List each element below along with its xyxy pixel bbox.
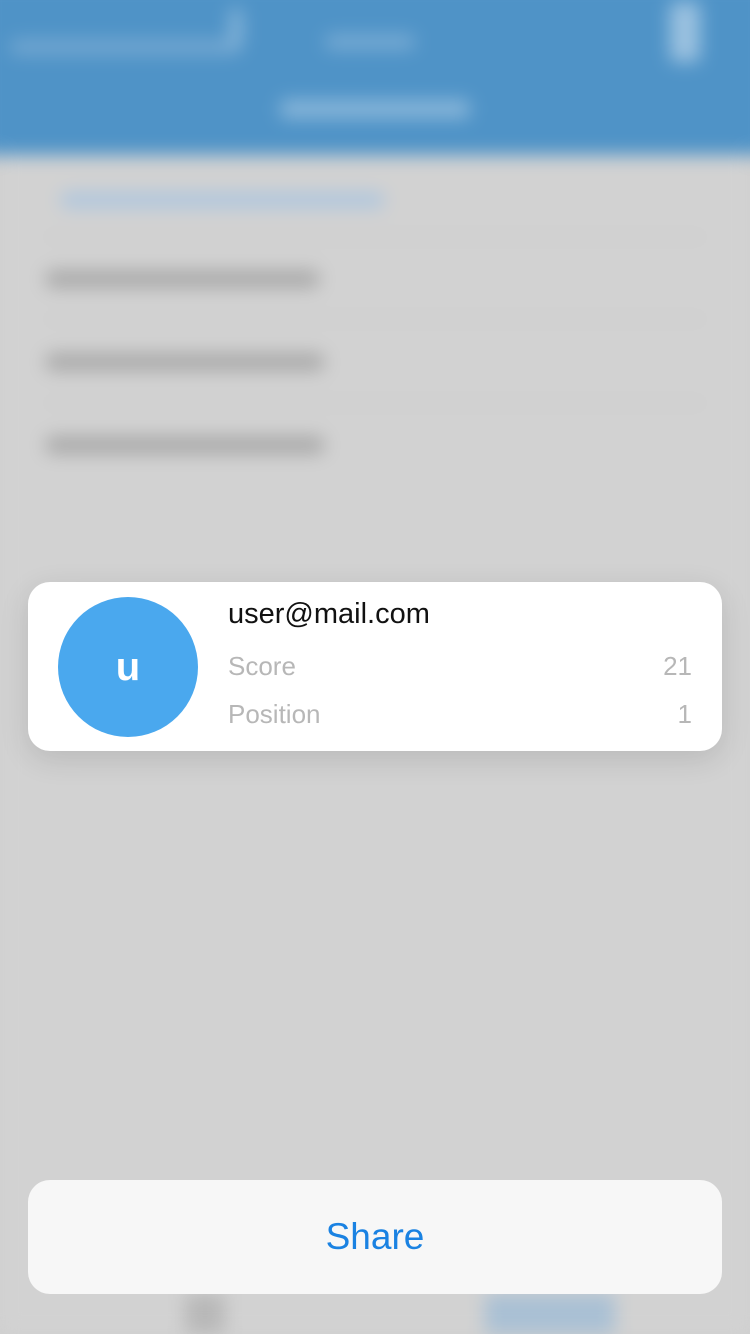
blurred-tab-element — [485, 1294, 615, 1334]
blurred-header-element — [670, 2, 700, 62]
avatar-initial: u — [115, 644, 141, 689]
user-card: u user@mail.com Score 21 Position 1 — [28, 582, 722, 751]
blurred-list-text — [45, 353, 325, 371]
blurred-list-text — [45, 270, 320, 288]
position-value: 1 — [677, 698, 692, 729]
score-row: Score 21 — [228, 649, 692, 683]
blurred-tab-element — [185, 1294, 225, 1334]
score-value: 21 — [663, 650, 692, 681]
blurred-header — [0, 0, 750, 155]
share-button-label: Share — [325, 1216, 425, 1257]
score-label: Score — [228, 650, 296, 681]
blurred-divider — [45, 402, 705, 404]
position-label: Position — [228, 698, 321, 729]
avatar: u — [58, 597, 198, 737]
position-row: Position 1 — [228, 697, 692, 731]
blurred-header-element — [230, 8, 242, 48]
blurred-link — [60, 192, 385, 208]
blurred-divider — [45, 236, 705, 238]
blurred-divider — [45, 318, 705, 320]
blurred-header-element — [280, 100, 470, 118]
blurred-header-element — [10, 40, 240, 54]
user-email: user@mail.com — [228, 598, 430, 630]
blurred-list-text — [45, 436, 325, 454]
share-button[interactable]: Share — [28, 1180, 722, 1294]
blurred-header-element — [325, 35, 415, 49]
